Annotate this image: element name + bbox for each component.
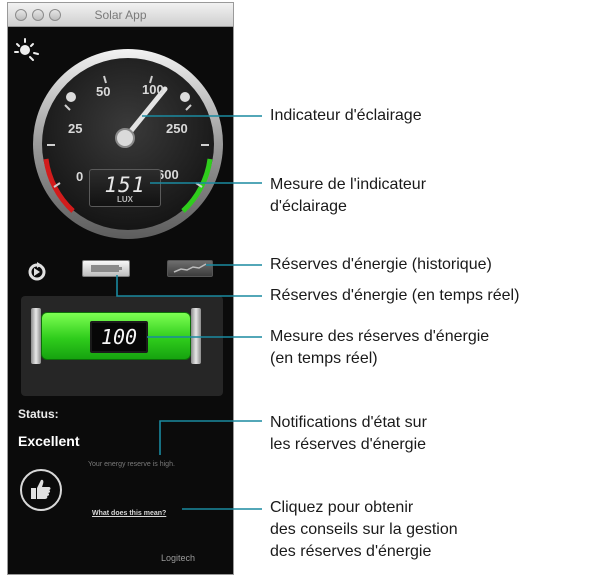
lux-value: 151	[104, 173, 146, 197]
thumbs-up-icon	[31, 479, 51, 499]
logitech-logo: Logitech	[161, 553, 196, 563]
status-label: Status:	[18, 407, 59, 421]
status-value: Excellent	[18, 433, 80, 449]
status-message: Your energy reserve is high.	[88, 461, 175, 468]
callout-status-notifications: Notifications d'état sur les réserves d'…	[270, 414, 427, 453]
solar-app-window: Solar App 0 25 50 100 250 600 151 LUX 10…	[7, 2, 234, 575]
callout-reserves-measure: Mesure des réserves d'énergie (en temps …	[270, 328, 490, 367]
callout-light-measure: Mesure de l'indicateur d'éclairage	[270, 176, 427, 215]
status-thumb	[20, 469, 62, 511]
battery-level-bar: 100	[41, 312, 191, 360]
battery-panel: 100	[21, 296, 223, 396]
realtime-battery-icon	[91, 265, 122, 272]
window-title: Solar App	[94, 8, 147, 22]
battery-right-cap	[191, 308, 201, 364]
battery-readout: 100	[90, 321, 148, 353]
callout-help-advice: Cliquez pour obtenir des conseils sur la…	[270, 499, 458, 560]
gauge-tick-100: 100	[142, 82, 164, 97]
callout-reserves-realtime: Réserves d'énergie (en temps réel)	[270, 287, 520, 304]
realtime-reserves-button[interactable]	[82, 260, 130, 277]
callout-light-indicator: Indicateur d'éclairage	[270, 107, 422, 124]
history-reserves-button[interactable]	[167, 260, 213, 277]
gauge-tick-0: 0	[76, 169, 84, 184]
refresh-icon[interactable]	[26, 260, 48, 282]
battery-left-cap	[31, 308, 41, 364]
title-bar: Solar App	[8, 3, 233, 27]
lux-unit: LUX	[117, 195, 133, 204]
gauge-tick-50: 50	[96, 84, 111, 99]
lux-readout: 151 LUX	[89, 169, 161, 207]
gauge-tick-25: 25	[68, 121, 83, 136]
light-gauge: 0 25 50 100 250 600	[28, 49, 228, 249]
callout-reserves-history: Réserves d'énergie (historique)	[270, 256, 492, 273]
gauge-tick-250: 250	[166, 121, 188, 136]
help-link[interactable]: What does this mean?	[92, 510, 166, 517]
history-graph-icon	[173, 263, 207, 273]
